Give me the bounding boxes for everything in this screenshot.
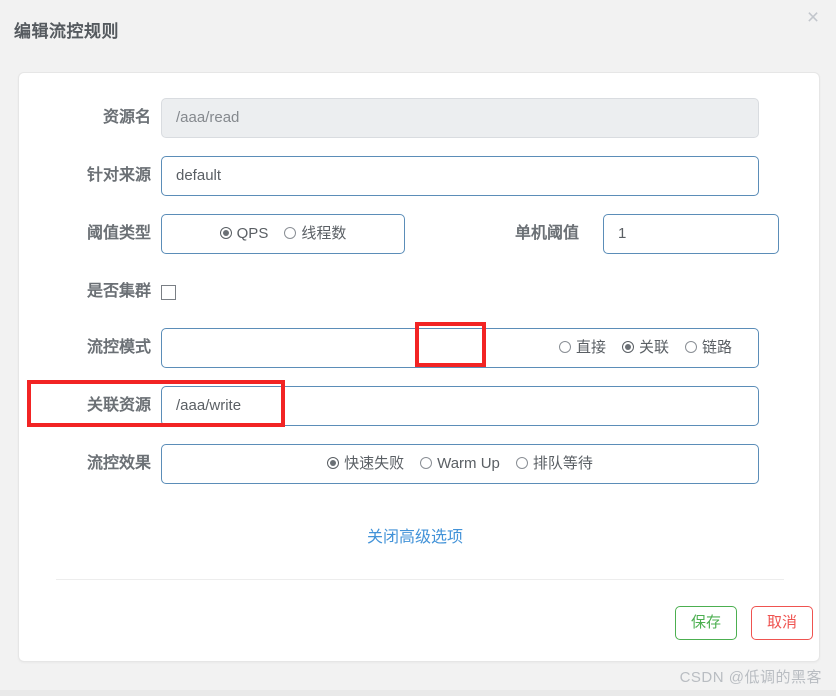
radio-dot-icon bbox=[515, 457, 528, 469]
radio-flow-effect-fast-fail[interactable]: 快速失败 bbox=[327, 445, 404, 483]
form-row-is-cluster: 是否集群 bbox=[19, 269, 819, 315]
radio-flow-effect-queue[interactable]: 排队等待 bbox=[515, 445, 593, 483]
form-row-related-resource: 关联资源 /aaa/write bbox=[19, 383, 819, 429]
single-threshold-label: 单机阈值 bbox=[514, 225, 579, 242]
radio-flow-mode-direct[interactable]: 直接 bbox=[558, 329, 606, 367]
cancel-button[interactable]: 取消 bbox=[751, 606, 813, 640]
toggle-advanced-options-link[interactable]: 关闭高级选项 bbox=[367, 523, 463, 547]
radio-dot-icon bbox=[684, 341, 697, 353]
flow-effect-label: 流控效果 bbox=[86, 455, 151, 472]
radio-dot-icon bbox=[420, 457, 433, 469]
radio-dot-icon bbox=[327, 457, 340, 469]
form-row-flow-mode: 流控模式 直接 关联 链路 bbox=[19, 325, 819, 371]
radio-threshold-threads-label: 线程数 bbox=[301, 225, 347, 242]
form-row-flow-effect: 流控效果 快速失败 Warm Up 排队等待 bbox=[19, 441, 819, 487]
related-resource-input[interactable]: /aaa/write bbox=[161, 386, 759, 426]
flow-mode-label: 流控模式 bbox=[86, 339, 151, 356]
radio-flow-effect-warm-up[interactable]: Warm Up bbox=[420, 445, 500, 483]
origin-label: 针对来源 bbox=[86, 167, 151, 184]
radio-flow-mode-chain[interactable]: 链路 bbox=[684, 329, 732, 367]
radio-threshold-qps-label: QPS bbox=[236, 225, 269, 242]
radio-flow-mode-related-label: 关联 bbox=[638, 339, 669, 356]
threshold-type-label: 阈值类型 bbox=[86, 225, 151, 242]
radio-dot-icon bbox=[558, 341, 571, 353]
radio-threshold-threads[interactable]: 线程数 bbox=[284, 215, 346, 253]
save-button[interactable]: 保存 bbox=[675, 606, 737, 640]
radio-threshold-qps[interactable]: QPS bbox=[219, 215, 269, 253]
radio-flow-effect-warm-up-label: Warm Up bbox=[437, 455, 500, 472]
resource-name-input: /aaa/read bbox=[161, 98, 759, 138]
radio-flow-mode-direct-label: 直接 bbox=[575, 339, 606, 356]
threshold-type-radio-group[interactable]: QPS 线程数 bbox=[161, 214, 405, 254]
close-icon[interactable]: × bbox=[798, 3, 828, 33]
radio-flow-effect-fast-fail-label: 快速失败 bbox=[344, 455, 405, 472]
bottom-strip bbox=[0, 690, 836, 696]
is-cluster-checkbox[interactable] bbox=[161, 285, 176, 300]
origin-input[interactable]: default bbox=[161, 156, 759, 196]
radio-dot-icon bbox=[621, 341, 634, 353]
radio-dot-icon bbox=[284, 227, 297, 239]
is-cluster-label: 是否集群 bbox=[86, 283, 151, 300]
form-row-origin: 针对来源 default bbox=[19, 153, 819, 199]
single-threshold-input[interactable]: 1 bbox=[603, 214, 779, 254]
page-title: 编辑流控规则 bbox=[14, 22, 119, 41]
flow-mode-radio-group[interactable]: 直接 关联 链路 bbox=[161, 328, 759, 368]
radio-flow-mode-related[interactable]: 关联 bbox=[621, 329, 669, 367]
form-row-resource-name: 资源名 /aaa/read bbox=[19, 95, 819, 141]
footer-divider bbox=[56, 579, 784, 580]
radio-flow-mode-chain-label: 链路 bbox=[701, 339, 732, 356]
form-card: 资源名 /aaa/read 针对来源 default 阈值类型 QPS 线程数 … bbox=[18, 72, 820, 662]
resource-name-label: 资源名 bbox=[102, 109, 151, 126]
flow-effect-radio-group[interactable]: 快速失败 Warm Up 排队等待 bbox=[161, 444, 759, 484]
edit-flow-rule-dialog: 编辑流控规则 × 资源名 /aaa/read 针对来源 default 阈值类型… bbox=[0, 0, 836, 680]
radio-dot-icon bbox=[219, 227, 232, 239]
radio-flow-effect-queue-label: 排队等待 bbox=[532, 455, 593, 472]
watermark: CSDN @低调的黑客 bbox=[679, 669, 822, 686]
form-row-threshold-type: 阈值类型 QPS 线程数 单机阈值 1 bbox=[19, 211, 819, 257]
related-resource-label: 关联资源 bbox=[86, 397, 151, 414]
